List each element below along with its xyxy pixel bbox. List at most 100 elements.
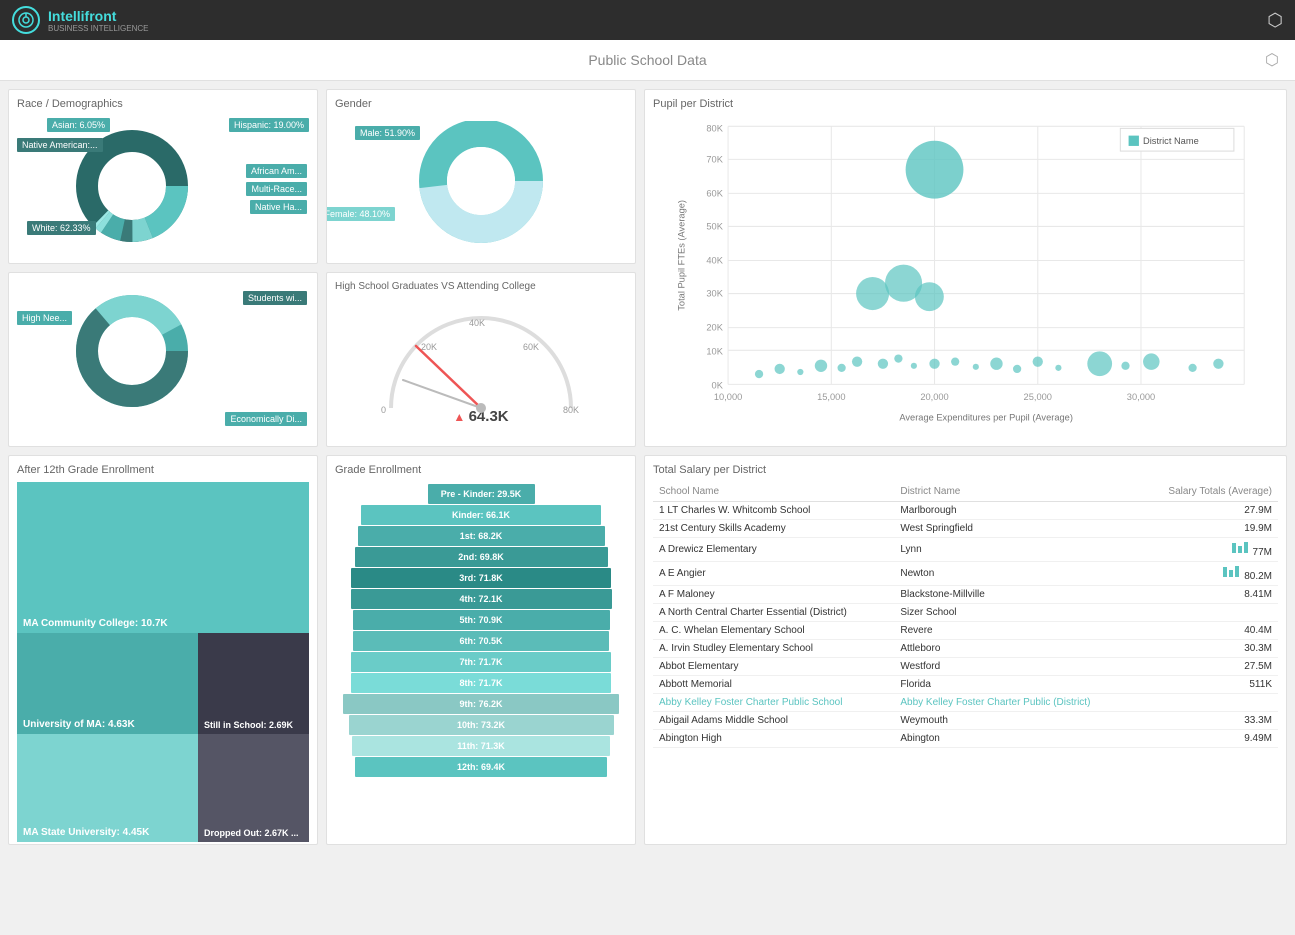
university-ma-cell: University of MA: 4.63K <box>17 633 198 734</box>
salary-header: Salary Totals (Average) <box>1138 482 1278 502</box>
multi-race-label: Multi-Race... <box>246 182 307 196</box>
mini-bar-chart <box>1230 541 1250 555</box>
svg-text:30K: 30K <box>706 289 723 299</box>
svg-text:50K: 50K <box>706 222 723 232</box>
table-row: A Drewicz ElementaryLynn 77M <box>653 538 1278 562</box>
svg-text:80K: 80K <box>706 123 723 133</box>
salary-table: School Name District Name Salary Totals … <box>653 482 1278 748</box>
svg-text:70K: 70K <box>706 154 723 164</box>
page-header: Public School Data ⬡ <box>0 40 1295 81</box>
logo-subtitle: BUSINESS INTELLIGENCE <box>48 24 148 33</box>
table-row: 21st Century Skills AcademyWest Springfi… <box>653 520 1278 538</box>
pupil-district-title: Pupil per District <box>653 98 1278 110</box>
page-title: Public School Data <box>588 52 706 68</box>
funnel-bar-5: 4th: 72.1K <box>351 589 612 609</box>
funnel-bar-9: 8th: 71.7K <box>351 673 611 693</box>
asian-label: Asian: 6.05% <box>47 118 110 132</box>
white-label: White: 62.33% <box>27 221 96 235</box>
ma-community-cell: MA Community College: 10.7K <box>17 482 309 633</box>
economically-di-label: Economically Di... <box>225 412 307 426</box>
page-export-icon[interactable]: ⬡ <box>1265 50 1279 70</box>
funnel-chart: Pre - Kinder: 29.5KKinder: 66.1K1st: 68.… <box>335 482 627 779</box>
scatter-chart: 0K 10K 20K 30K 40K 50K 60K 70K 80K 10,00… <box>653 116 1278 436</box>
svg-text:80K: 80K <box>563 405 579 415</box>
male-label: Male: 51.90% <box>355 126 420 140</box>
grade-enrollment-title: Grade Enrollment <box>335 464 627 476</box>
svg-text:60K: 60K <box>523 342 539 352</box>
svg-text:Total Pupil FTEs (Average): Total Pupil FTEs (Average) <box>677 200 687 311</box>
svg-text:40K: 40K <box>706 256 723 266</box>
svg-text:20K: 20K <box>706 323 723 333</box>
table-row: Abigail Adams Middle SchoolWeymouth33.3M <box>653 712 1278 730</box>
dropped-out-cell: Dropped Out: 2.67K ... <box>198 734 309 842</box>
svg-text:10K: 10K <box>706 346 723 356</box>
african-am-label: African Am... <box>246 164 307 178</box>
funnel-bar-2: 1st: 68.2K <box>358 526 605 546</box>
students-wi-label: Students wi... <box>243 291 307 305</box>
hispanic-label: Hispanic: 19.00% <box>229 118 309 132</box>
funnel-bar-3: 2nd: 69.8K <box>355 547 608 567</box>
table-row: 1 LT Charles W. Whitcomb SchoolMarlborou… <box>653 502 1278 520</box>
svg-text:25,000: 25,000 <box>1024 392 1052 402</box>
native-american-label: Native American:... <box>17 138 103 152</box>
logo: Intellifront BUSINESS INTELLIGENCE <box>12 6 148 34</box>
mini-bar-chart <box>1221 565 1241 579</box>
svg-text:20,000: 20,000 <box>920 392 948 402</box>
gender-donut-chart <box>381 121 581 251</box>
svg-text:60K: 60K <box>706 189 723 199</box>
highschool-card: High School Graduates VS Attending Colle… <box>326 272 636 447</box>
svg-text:Average Expenditures per Pupil: Average Expenditures per Pupil (Average) <box>899 413 1073 423</box>
salary-card: Total Salary per District School Name Di… <box>644 455 1287 845</box>
gender-card: Gender Male: 51.90% Female: 48.10% <box>326 89 636 264</box>
high-needs-label: High Nee... <box>17 311 72 325</box>
funnel-bar-1: Kinder: 66.1K <box>361 505 601 525</box>
topbar-export-icon[interactable]: ⬡ <box>1267 10 1283 31</box>
needs-card: High Nee... Students wi... Economically … <box>8 272 318 447</box>
funnel-bar-10: 9th: 76.2K <box>343 694 619 714</box>
after-12th-card: After 12th Grade Enrollment MA Community… <box>8 455 318 845</box>
table-row: A. Irvin Studley Elementary SchoolAttleb… <box>653 640 1278 658</box>
svg-text:District Name: District Name <box>1143 136 1199 146</box>
gauge-chart: 0 20K 40K 60K 80K <box>335 298 627 438</box>
table-row: Abbot ElementaryWestford27.5M <box>653 658 1278 676</box>
female-label: Female: 48.10% <box>326 207 395 221</box>
funnel-bar-8: 7th: 71.7K <box>351 652 611 672</box>
logo-title: Intellifront <box>48 8 116 24</box>
after-12th-title: After 12th Grade Enrollment <box>17 464 309 476</box>
race-demographics-card: Race / Demographics <box>8 89 318 264</box>
table-row: A. C. Whelan Elementary SchoolRevere40.4… <box>653 622 1278 640</box>
table-row: Abington HighAbington9.49M <box>653 730 1278 748</box>
still-in-school-cell: Still in School: 2.69K <box>198 633 309 734</box>
native-ha-label: Native Ha... <box>250 200 307 214</box>
ma-state-university-cell: MA State University: 4.45K <box>17 734 198 842</box>
svg-text:30,000: 30,000 <box>1127 392 1155 402</box>
svg-text:10,000: 10,000 <box>714 392 742 402</box>
school-name-header: School Name <box>653 482 894 502</box>
funnel-bar-7: 6th: 70.5K <box>353 631 609 651</box>
table-row: A E AngierNewton 80.2M <box>653 562 1278 586</box>
grade-enrollment-card: Grade Enrollment Pre - Kinder: 29.5KKind… <box>326 455 636 845</box>
table-row: Abbott MemorialFlorida511K <box>653 676 1278 694</box>
table-row: A North Central Charter Essential (Distr… <box>653 604 1278 622</box>
funnel-bar-13: 12th: 69.4K <box>355 757 607 777</box>
race-demographics-title: Race / Demographics <box>17 98 309 110</box>
funnel-bar-4: 3rd: 71.8K <box>351 568 611 588</box>
top-bar: Intellifront BUSINESS INTELLIGENCE ⬡ <box>0 0 1295 40</box>
salary-tbody: 1 LT Charles W. Whitcomb SchoolMarlborou… <box>653 502 1278 748</box>
svg-text:20K: 20K <box>421 342 437 352</box>
svg-text:40K: 40K <box>469 318 485 328</box>
funnel-bar-12: 11th: 71.3K <box>352 736 610 756</box>
pupil-district-card: Pupil per District <box>644 89 1287 447</box>
salary-table-container[interactable]: School Name District Name Salary Totals … <box>653 482 1278 837</box>
funnel-bar-0: Pre - Kinder: 29.5K <box>428 484 535 504</box>
table-row: Abby Kelley Foster Charter Public School… <box>653 694 1278 712</box>
funnel-bar-6: 5th: 70.9K <box>353 610 610 630</box>
salary-title: Total Salary per District <box>653 464 1278 476</box>
svg-text:0: 0 <box>381 405 386 415</box>
funnel-bar-11: 10th: 73.2K <box>349 715 614 735</box>
district-name-header: District Name <box>894 482 1138 502</box>
table-row: A F MaloneyBlackstone-Millville8.41M <box>653 586 1278 604</box>
highschool-title: High School Graduates VS Attending Colle… <box>335 281 627 292</box>
svg-text:15,000: 15,000 <box>817 392 845 402</box>
svg-text:0K: 0K <box>712 381 724 391</box>
